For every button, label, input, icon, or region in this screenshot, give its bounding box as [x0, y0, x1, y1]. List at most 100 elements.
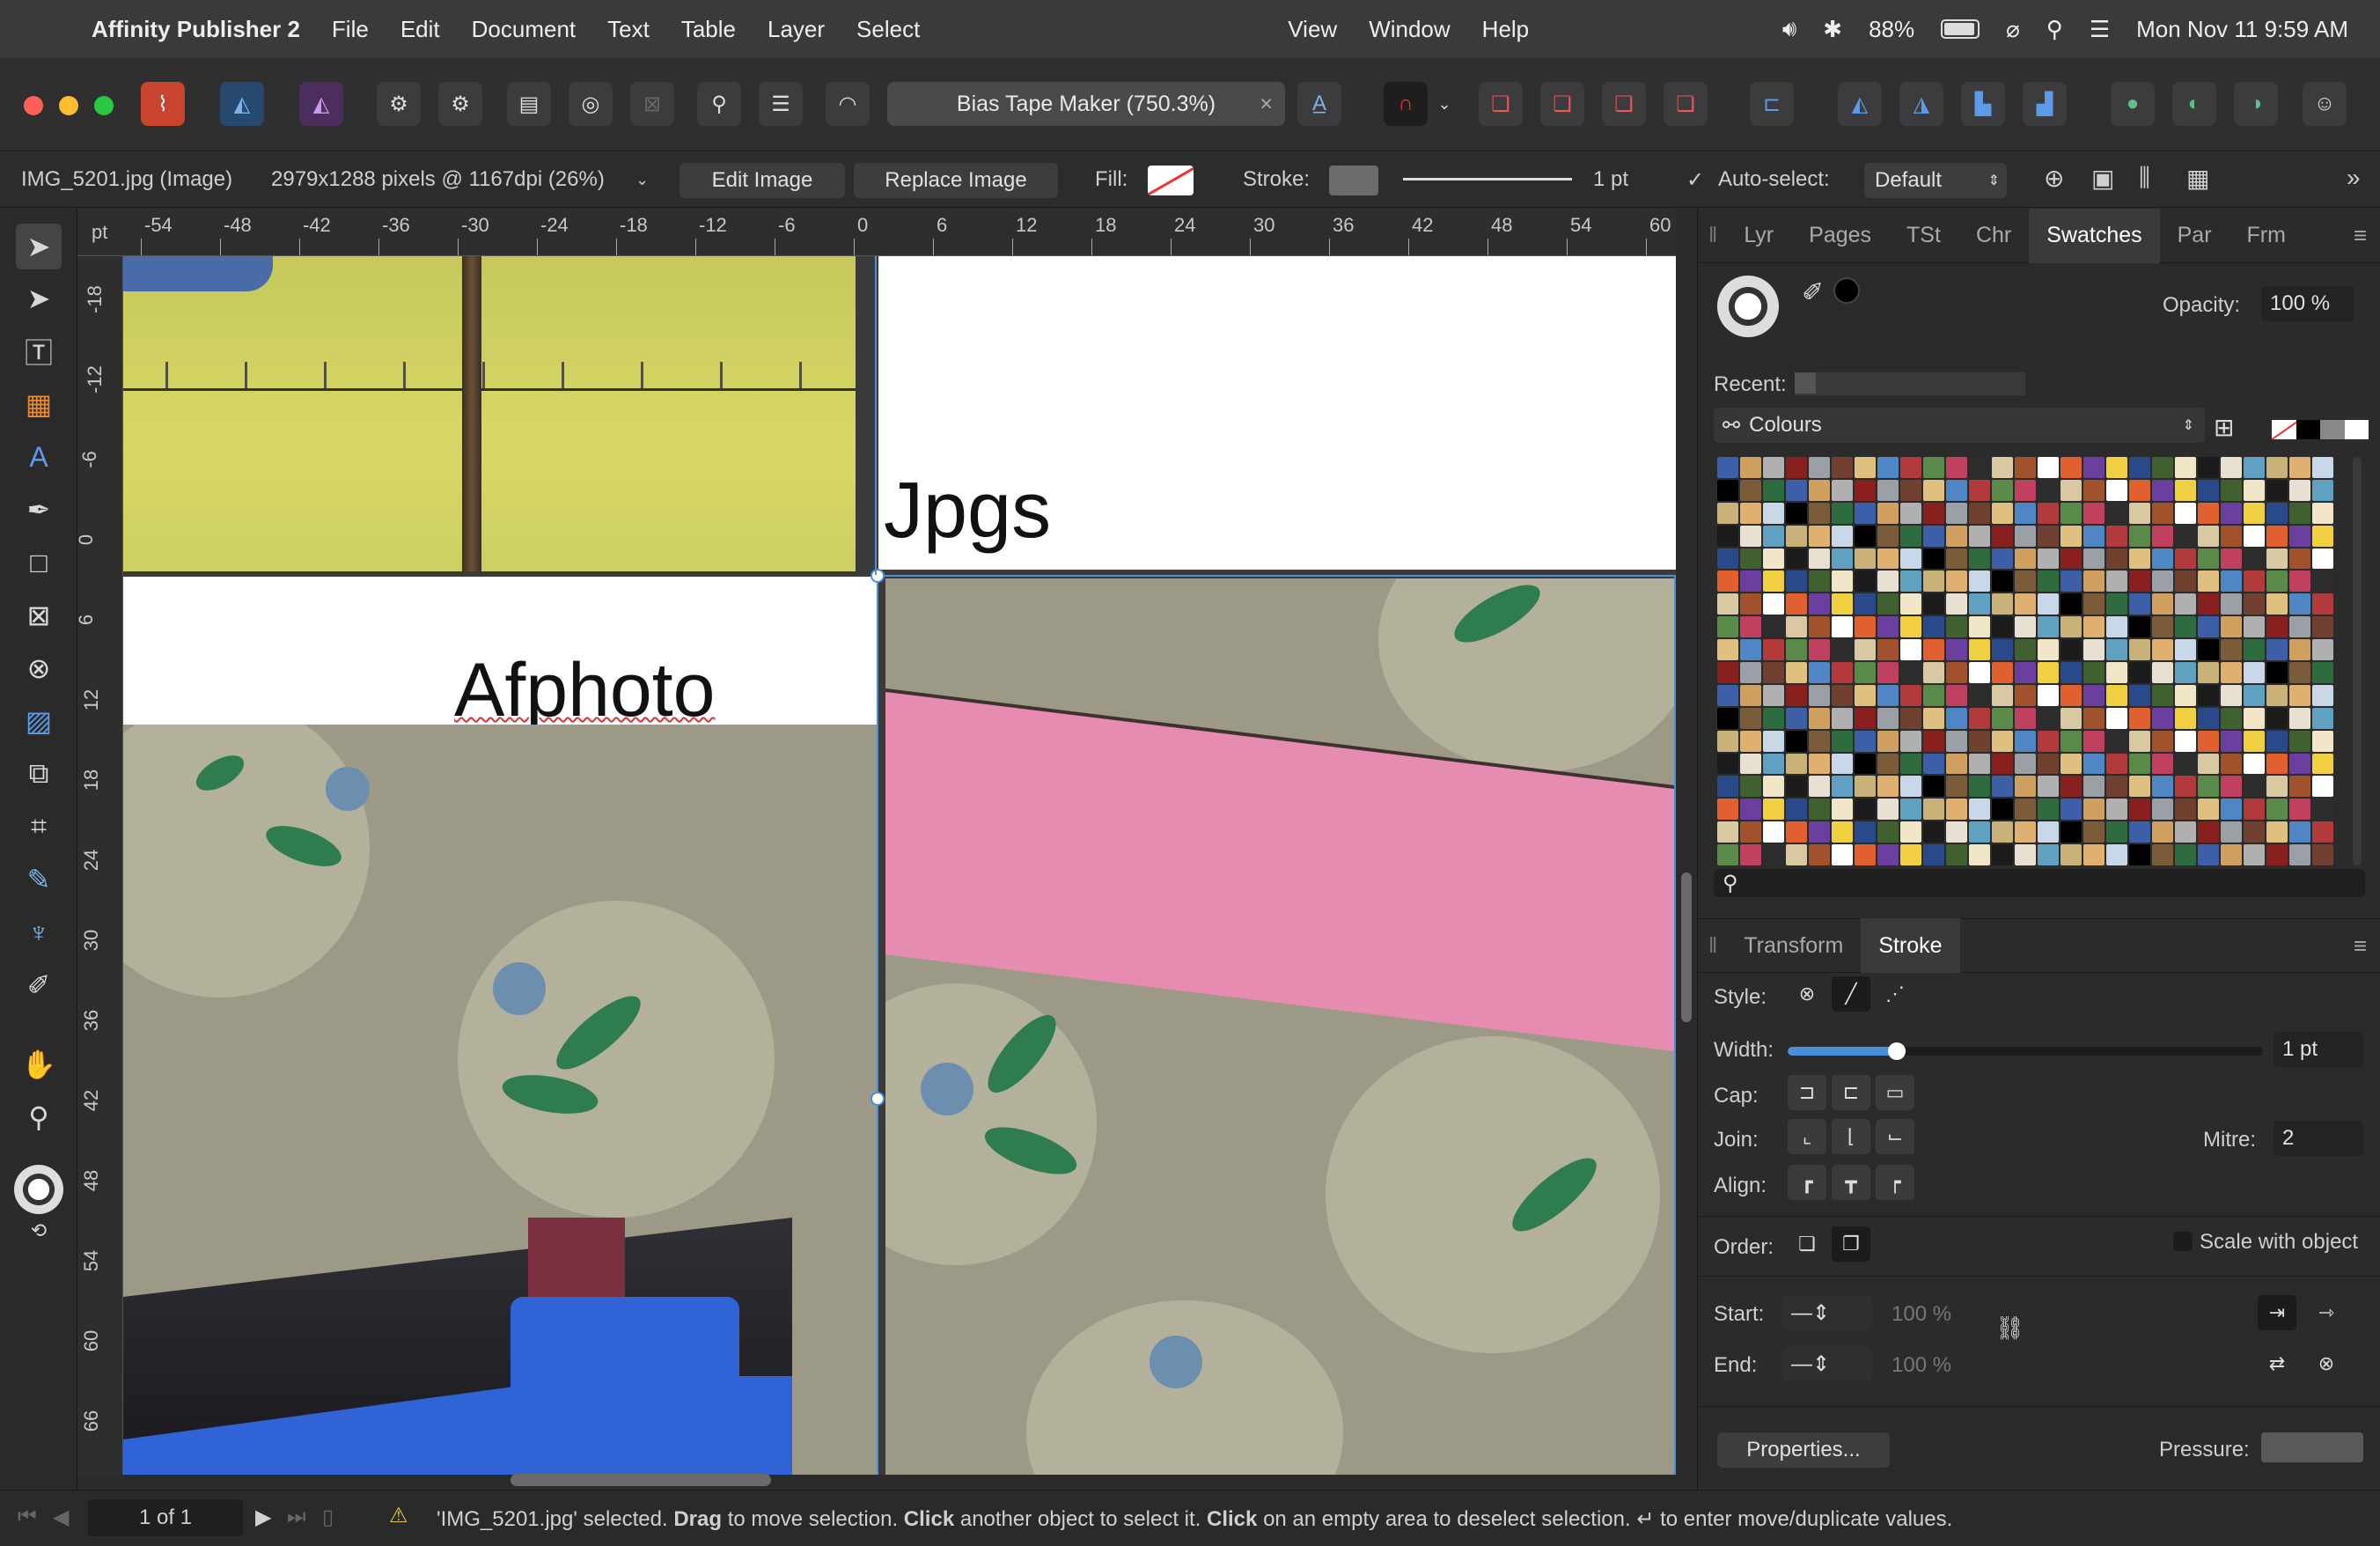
- swatch-cell[interactable]: [2083, 616, 2105, 638]
- selection-handle-mid-left[interactable]: [870, 1092, 885, 1106]
- swatch-cell[interactable]: [2175, 844, 2196, 865]
- swatch-cell[interactable]: [2175, 525, 2196, 547]
- swatch-search-field[interactable]: ⚲: [1714, 869, 2365, 897]
- swatch-cell[interactable]: [1832, 525, 1853, 547]
- swatch-cell[interactable]: [1740, 684, 1761, 706]
- swatch-cell[interactable]: [2289, 593, 2310, 615]
- swatch-cell[interactable]: [2175, 821, 2196, 843]
- swatch-cell[interactable]: [1786, 821, 1807, 843]
- swatch-cell[interactable]: [1969, 707, 1990, 729]
- close-window-button[interactable]: [24, 96, 43, 115]
- swatch-cell[interactable]: [2289, 799, 2310, 821]
- swatch-cell[interactable]: [1740, 707, 1761, 729]
- swatch-cell[interactable]: [1969, 662, 1990, 683]
- swatch-cell[interactable]: [2266, 662, 2288, 683]
- swatch-cell[interactable]: [2312, 707, 2333, 729]
- swatch-cell[interactable]: [1832, 707, 1853, 729]
- tab-pages[interactable]: Pages: [1791, 209, 1889, 263]
- swatch-cell[interactable]: [1992, 730, 2013, 752]
- swatch-cell[interactable]: [1809, 502, 1830, 524]
- swatch-cell[interactable]: [1877, 821, 1899, 843]
- swatch-cell[interactable]: [2083, 457, 2105, 478]
- swatch-cell[interactable]: [2244, 684, 2265, 706]
- swatch-cell[interactable]: [2060, 457, 2082, 478]
- swatch-cell[interactable]: [2038, 662, 2059, 683]
- swatch-cell[interactable]: [1786, 799, 1807, 821]
- swatch-cell[interactable]: [1740, 844, 1761, 865]
- swatch-cell[interactable]: [1923, 684, 1944, 706]
- swatch-cell[interactable]: [2175, 776, 2196, 798]
- swap-arrowheads-icon[interactable]: ⇄: [2258, 1346, 2296, 1381]
- swatch-cell[interactable]: [2038, 525, 2059, 547]
- swatch-cell[interactable]: [2266, 525, 2288, 547]
- swatch-cell[interactable]: [1763, 639, 1784, 660]
- swatch-cell[interactable]: [1809, 730, 1830, 752]
- swatch-cell[interactable]: [1923, 753, 1944, 775]
- swatch-cell[interactable]: [2015, 593, 2036, 615]
- swatch-cell[interactable]: [2312, 479, 2333, 501]
- swatch-cell[interactable]: [1786, 525, 1807, 547]
- swatch-cell[interactable]: [2221, 593, 2242, 615]
- swatch-cell[interactable]: [2083, 662, 2105, 683]
- volume-icon[interactable]: 🔊︎: [1782, 15, 1796, 43]
- swatch-cell[interactable]: [2038, 821, 2059, 843]
- swatch-cell[interactable]: [2221, 844, 2242, 865]
- swatch-cell[interactable]: [1855, 707, 1876, 729]
- spread-icon[interactable]: ◎: [569, 82, 613, 126]
- swatch-cell[interactable]: [1855, 662, 1876, 683]
- swatch-cell[interactable]: [1969, 525, 1990, 547]
- horizontal-scroll-thumb[interactable]: [511, 1474, 771, 1486]
- swatch-cell[interactable]: [1969, 502, 1990, 524]
- swatch-cell[interactable]: [1763, 684, 1784, 706]
- swatch-cell[interactable]: [1923, 525, 1944, 547]
- swatch-cell[interactable]: [1717, 753, 1738, 775]
- swatch-cell[interactable]: [2175, 684, 2196, 706]
- swatch-cell[interactable]: [1992, 684, 2013, 706]
- swatch-cell[interactable]: [1763, 662, 1784, 683]
- color-well-icon[interactable]: [14, 1165, 63, 1214]
- swatch-cell[interactable]: [1832, 479, 1853, 501]
- tab-layers[interactable]: Lyr: [1726, 209, 1791, 263]
- align-icon[interactable]: ⊏: [1750, 82, 1794, 126]
- swatch-cell[interactable]: [1786, 479, 1807, 501]
- swatch-cell[interactable]: [1763, 821, 1784, 843]
- swatch-cell[interactable]: [1717, 616, 1738, 638]
- swatch-cell[interactable]: [1809, 548, 1830, 570]
- swatch-cell[interactable]: [2289, 548, 2310, 570]
- next-page-icon[interactable]: ▶: [255, 1505, 271, 1530]
- properties-button[interactable]: Properties...: [1717, 1432, 1890, 1468]
- fabric-photo-left[interactable]: [123, 725, 877, 1475]
- swatch-cell[interactable]: [1832, 639, 1853, 660]
- menu-table[interactable]: Table: [681, 16, 736, 43]
- swatch-cell[interactable]: [2129, 684, 2150, 706]
- swatch-cell[interactable]: [1923, 457, 1944, 478]
- swatch-cell[interactable]: [2060, 684, 2082, 706]
- swatch-cell[interactable]: [1717, 821, 1738, 843]
- swatch-cell[interactable]: [1809, 799, 1830, 821]
- swatch-cell[interactable]: [1763, 753, 1784, 775]
- swatch-cell[interactable]: [1900, 662, 1921, 683]
- swatch-cell[interactable]: [1809, 571, 1830, 593]
- swatch-cell[interactable]: [2266, 799, 2288, 821]
- swatch-cell[interactable]: [1855, 548, 1876, 570]
- swatch-cell[interactable]: [1946, 753, 1967, 775]
- swatch-cell[interactable]: [2244, 457, 2265, 478]
- swatch-cell[interactable]: [1855, 639, 1876, 660]
- style-dashed-icon[interactable]: ⋰: [1876, 976, 1914, 1012]
- swatch-cell[interactable]: [2129, 730, 2150, 752]
- swatch-cell[interactable]: [1923, 639, 1944, 660]
- swatch-cell[interactable]: [2221, 799, 2242, 821]
- swatch-cell[interactable]: [1763, 548, 1784, 570]
- swatch-cell[interactable]: [2083, 844, 2105, 865]
- swatch-cell[interactable]: [1786, 707, 1807, 729]
- swatch-cell[interactable]: [1877, 548, 1899, 570]
- swatch-cell[interactable]: [1900, 730, 1921, 752]
- document-tab[interactable]: Bias Tape Maker (750.3%) ×: [887, 82, 1285, 126]
- swatch-cell[interactable]: [2083, 730, 2105, 752]
- preflight-icon[interactable]: ⚙: [438, 82, 482, 126]
- image-crop-tool-icon[interactable]: ⧉: [16, 751, 62, 797]
- swatch-cell[interactable]: [2152, 684, 2173, 706]
- swatch-cell[interactable]: [2312, 571, 2333, 593]
- swatch-cell[interactable]: [1992, 639, 2013, 660]
- swatch-cell[interactable]: [2266, 707, 2288, 729]
